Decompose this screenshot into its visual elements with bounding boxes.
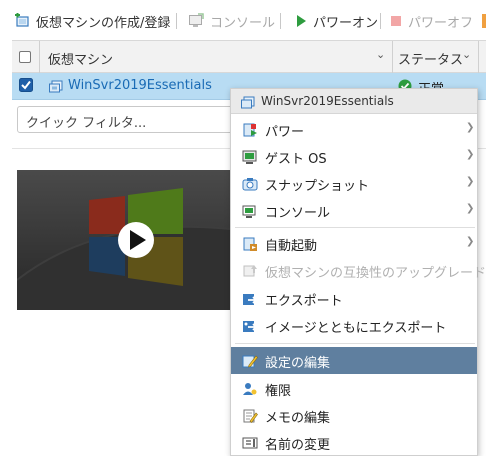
menu-item-power[interactable]: パワー ❯ [231,116,477,143]
toolbar-separator [280,13,281,29]
menu-item-label: 設定の編集 [265,356,331,371]
menu-item-upgrade-compatibility: 仮想マシンの互換性のアップグレード [231,257,486,284]
edit-settings-icon [242,355,258,368]
row-checkbox[interactable] [19,78,33,92]
vm-icon [49,80,63,93]
rename-icon [242,437,258,449]
menu-separator [235,227,475,228]
menu-item-label: ゲスト OS [265,152,327,167]
video-thumbnail[interactable] [17,170,255,310]
menu-item-label: 権限 [265,384,292,399]
power-on-label: パワーオン [313,15,379,31]
power-off-button[interactable]: パワーオフ [390,12,474,31]
menu-item-edit-notes[interactable]: メモの編集 [231,402,477,429]
toolbar-separator [380,13,381,29]
console-icon [189,13,204,27]
column-header-status[interactable]: ステータス [398,49,463,68]
menu-item-label: コンソール [265,206,331,221]
console-button[interactable]: コンソール [188,12,276,31]
power-off-label: パワーオフ [408,15,474,31]
menu-item-console[interactable]: コンソール ❯ [231,197,477,224]
menu-item-guest-os[interactable]: ゲスト OS ❯ [231,143,477,170]
vm-name-link[interactable]: WinSvr2019Essentials [68,78,212,93]
autostart-icon [243,237,257,251]
toolbar-separator [176,13,177,29]
menu-item-export-with-images[interactable]: イメージとともにエクスポート [231,312,477,339]
context-menu-title: WinSvr2019Essentials [261,94,394,108]
menu-item-label: 名前の変更 [265,438,331,453]
context-menu-header: WinSvr2019Essentials [231,89,477,114]
toolbar: 仮想マシンの作成/登録 コンソール パワーオン パワーオフ [0,0,486,40]
menu-item-label: スナップショット [265,179,370,194]
submenu-arrow-icon: ❯ [466,236,475,247]
menu-item-autostart[interactable]: 自動起動 ❯ [231,230,477,257]
create-vm-button[interactable]: 仮想マシンの作成/登録 [14,12,171,31]
menu-item-label: メモの編集 [265,411,331,426]
column-separator [39,41,40,74]
chevron-down-icon[interactable]: ⌄ [462,48,471,61]
edit-notes-icon [243,409,258,423]
submenu-arrow-icon: ❯ [466,149,475,160]
menu-item-rename[interactable]: 名前の変更 [231,429,477,456]
permissions-icon [243,383,257,395]
column-separator [478,41,479,74]
submenu-arrow-icon: ❯ [466,122,475,133]
menu-item-permissions[interactable]: 権限 [231,375,477,402]
select-all-checkbox[interactable] [19,51,31,63]
quick-filter-input[interactable]: クイック フィルタ... [17,106,237,133]
menu-item-edit-settings[interactable]: 設定の編集 [231,347,477,374]
menu-item-label: パワー [265,125,305,140]
submenu-arrow-icon: ❯ [466,176,475,187]
menu-separator [235,343,475,344]
menu-item-label: 仮想マシンの互換性のアップグレード [265,266,486,281]
submenu-arrow-icon: ❯ [466,203,475,214]
grid-header: 仮想マシン ⌄ ステータス ⌄ [12,40,486,74]
export-with-images-icon [243,321,258,332]
power-icon [243,123,257,137]
menu-item-label: 自動起動 [265,239,318,254]
menu-item-label: エクスポート [265,294,343,309]
menu-item-snapshot[interactable]: スナップショット ❯ [231,170,477,197]
menu-item-label: イメージとともにエクスポート [265,321,447,336]
column-header-vm[interactable]: 仮想マシン [48,49,113,68]
power-on-button[interactable]: パワーオン [295,12,379,31]
context-menu: WinSvr2019Essentials パワー ❯ ゲスト OS ❯ スナップ… [230,88,486,456]
stop-icon [391,16,401,26]
create-vm-icon [15,13,29,27]
column-separator [392,41,393,74]
windows-logo-image [17,170,255,310]
create-vm-label: 仮想マシンの作成/登録 [36,15,171,31]
console-icon [242,205,256,218]
vm-icon [241,96,255,109]
menu-item-export[interactable]: エクスポート [231,285,477,312]
toolbar-overflow-edge [482,14,486,28]
snapshot-icon [242,178,258,191]
guest-os-icon [242,150,257,164]
export-icon [243,294,258,305]
console-label: コンソール [210,15,276,31]
upgrade-compat-icon [243,265,257,277]
chevron-down-icon[interactable]: ⌄ [376,48,385,61]
play-icon [297,15,306,27]
